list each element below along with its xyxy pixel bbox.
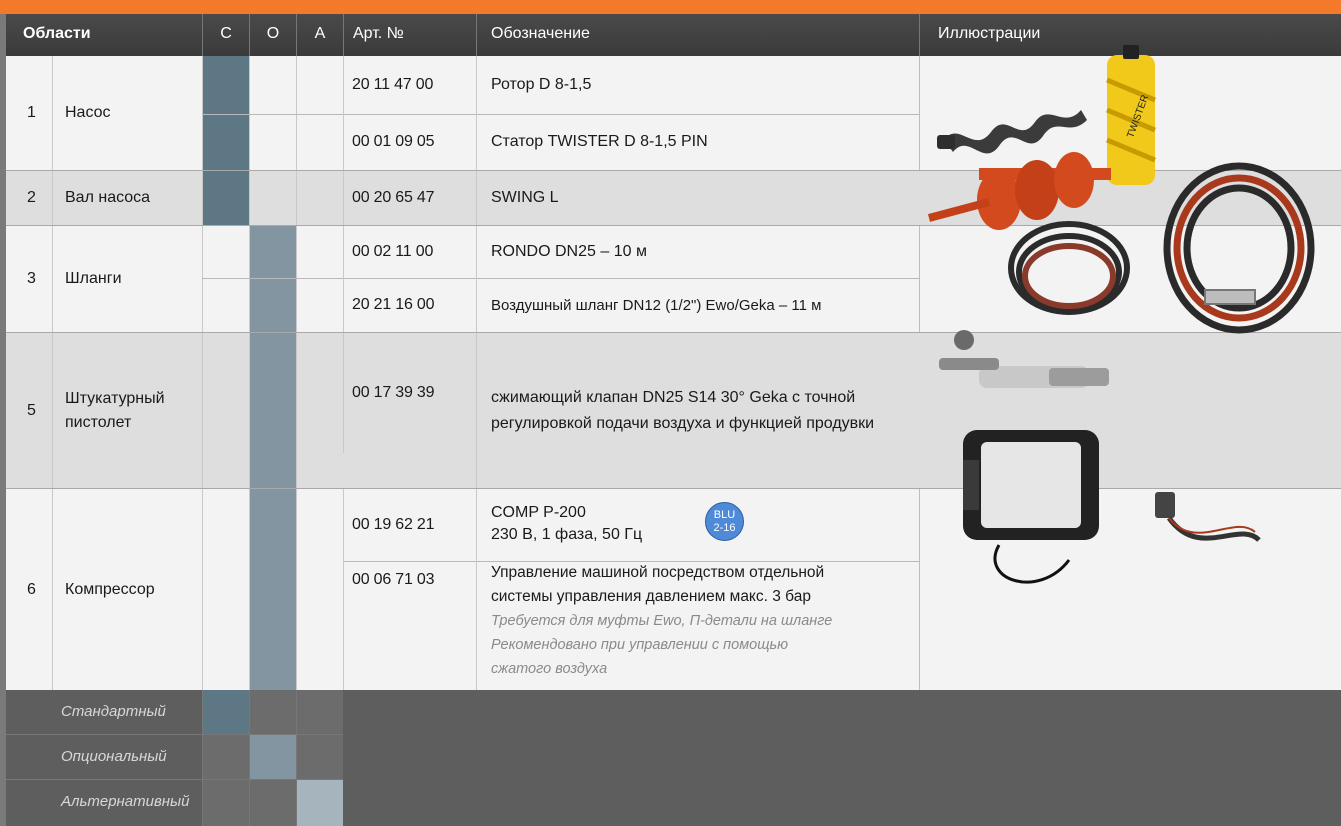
compressor-image (963, 430, 1099, 584)
optional-empty (249, 171, 296, 225)
optional-marker (249, 489, 296, 690)
legend-cell (249, 690, 296, 734)
item-description: SWING L (476, 171, 919, 225)
legend-standard-label: Стандартный (61, 703, 166, 720)
legend-optional-label: Опциональный (61, 748, 167, 765)
row-area-name: Штукатурный пистолет (52, 333, 202, 488)
air-hose-image (1163, 162, 1315, 334)
alternative-empty (296, 489, 343, 690)
optional-marker (249, 333, 296, 488)
plaster-gun-image (939, 330, 1109, 388)
item-description: COMP P-200 230 В, 1 фаза, 50 Гц (491, 502, 642, 546)
table-row-compressor: 6 Компрессор 00 19 62 21 COMP P-200 230 … (6, 489, 919, 690)
article-number: 00 01 09 05 (343, 114, 476, 170)
header-col-a: A (296, 14, 343, 56)
table-row-pump: 1 Насос 20 11 47 00 Ротор D 8-1,5 00 01 … (6, 56, 919, 170)
item-note-line: сжатого воздуха (491, 661, 608, 677)
header-col-c: C (202, 14, 249, 56)
item-description: сжимающий клапан DN25 S14 30° Geka с точ… (491, 388, 875, 432)
header-col-o: O (249, 14, 296, 56)
standard-empty (202, 489, 249, 690)
item-description-cell: COMP P-200 230 В, 1 фаза, 50 Гц BLU 2-16 (476, 489, 919, 561)
item-description-line: Управление машиной посредством отдельной (491, 564, 825, 581)
rotor-image (937, 110, 1087, 154)
article-number: 00 20 65 47 (343, 171, 476, 225)
item-description-line: системы управления давлением макс. 3 бар (491, 588, 811, 605)
item-note-line: Требуется для муфты Ewo, П-детали на шла… (491, 613, 833, 629)
article-number: 00 02 11 00 (343, 226, 476, 278)
legend-cell (296, 690, 343, 734)
stator-image: TWISTER (1106, 45, 1156, 185)
legend-cell (202, 780, 249, 826)
standard-empty (202, 333, 249, 488)
row-number: 5 (27, 401, 36, 419)
item-description-line: 230 В, 1 фаза, 50 Гц (491, 526, 643, 543)
badge-line: BLU (713, 508, 736, 521)
article-number: 00 17 39 39 (343, 333, 476, 453)
standard-marker (202, 56, 249, 170)
pump-shaft-image (927, 152, 1111, 230)
item-description: Ротор D 8-1,5 (476, 56, 919, 114)
optional-marker (249, 226, 296, 332)
alternative-empty (296, 56, 343, 170)
row-number: 2 (27, 189, 36, 206)
item-description-cell: сжимающий клапан DN25 S14 30° Geka с точ… (476, 333, 919, 488)
badge-line: 2-16 (713, 521, 736, 534)
table-row-hoses: 3 Шланги 00 02 11 00 RONDO DN25 – 10 м 2… (6, 226, 919, 332)
legend-cell (296, 735, 343, 779)
row-area-name: Компрессор (52, 489, 202, 690)
pressure-control-image (1155, 492, 1261, 542)
article-number: 20 21 16 00 (343, 278, 476, 332)
item-description: Воздушный шланг DN12 (1/2") Ewo/Geka – 1… (476, 278, 919, 332)
legend-standard-swatch (202, 690, 249, 734)
standard-marker (202, 171, 249, 225)
item-description-cell: Управление машиной посредством отдельной… (476, 561, 919, 690)
top-accent-bar (0, 0, 1341, 14)
item-description-line: COMP P-200 (491, 504, 586, 521)
row-area-name: Насос (52, 56, 202, 170)
row-area-name-text: Штукатурный пистолет (65, 389, 165, 431)
item-description: Статор TWISTER D 8-1,5 PIN (476, 114, 919, 170)
article-number: 00 06 71 03 (343, 561, 476, 690)
legend-alternative-swatch (296, 780, 343, 826)
header-areas: Области (23, 25, 91, 42)
item-description: RONDO DN25 – 10 м (476, 226, 919, 278)
table-row-pump-shaft: 2 Вал насоса 00 20 65 47 SWING L (6, 171, 919, 225)
legend-alternative-label: Альтернативный (61, 793, 190, 810)
header-designation: Обозначение (476, 14, 919, 56)
row-area-name: Вал насоса (52, 171, 202, 225)
header-art-number: Арт. № (343, 14, 476, 56)
row-area-name: Шланги (52, 226, 202, 332)
alternative-empty (296, 226, 343, 332)
hose-image (1008, 221, 1130, 315)
article-number: 20 11 47 00 (343, 56, 476, 114)
row-number: 1 (27, 104, 36, 121)
item-note-line: Рекомендовано при управлении с помощью (491, 637, 789, 653)
legend-optional-swatch (249, 735, 296, 779)
optional-empty (249, 56, 296, 170)
alternative-empty (296, 333, 343, 488)
legend-cell (202, 735, 249, 779)
article-number: 00 19 62 21 (343, 489, 476, 561)
row-number: 3 (27, 270, 36, 287)
blu-badge: BLU 2-16 (705, 502, 744, 541)
legend-cell (249, 780, 296, 826)
product-illustrations: TWISTER (927, 45, 1315, 584)
alternative-empty (296, 171, 343, 225)
row-number: 6 (27, 580, 36, 598)
standard-empty (202, 226, 249, 332)
table-row-plaster-gun: 5 Штукатурный пистолет 00 17 39 39 сжима… (6, 333, 919, 488)
